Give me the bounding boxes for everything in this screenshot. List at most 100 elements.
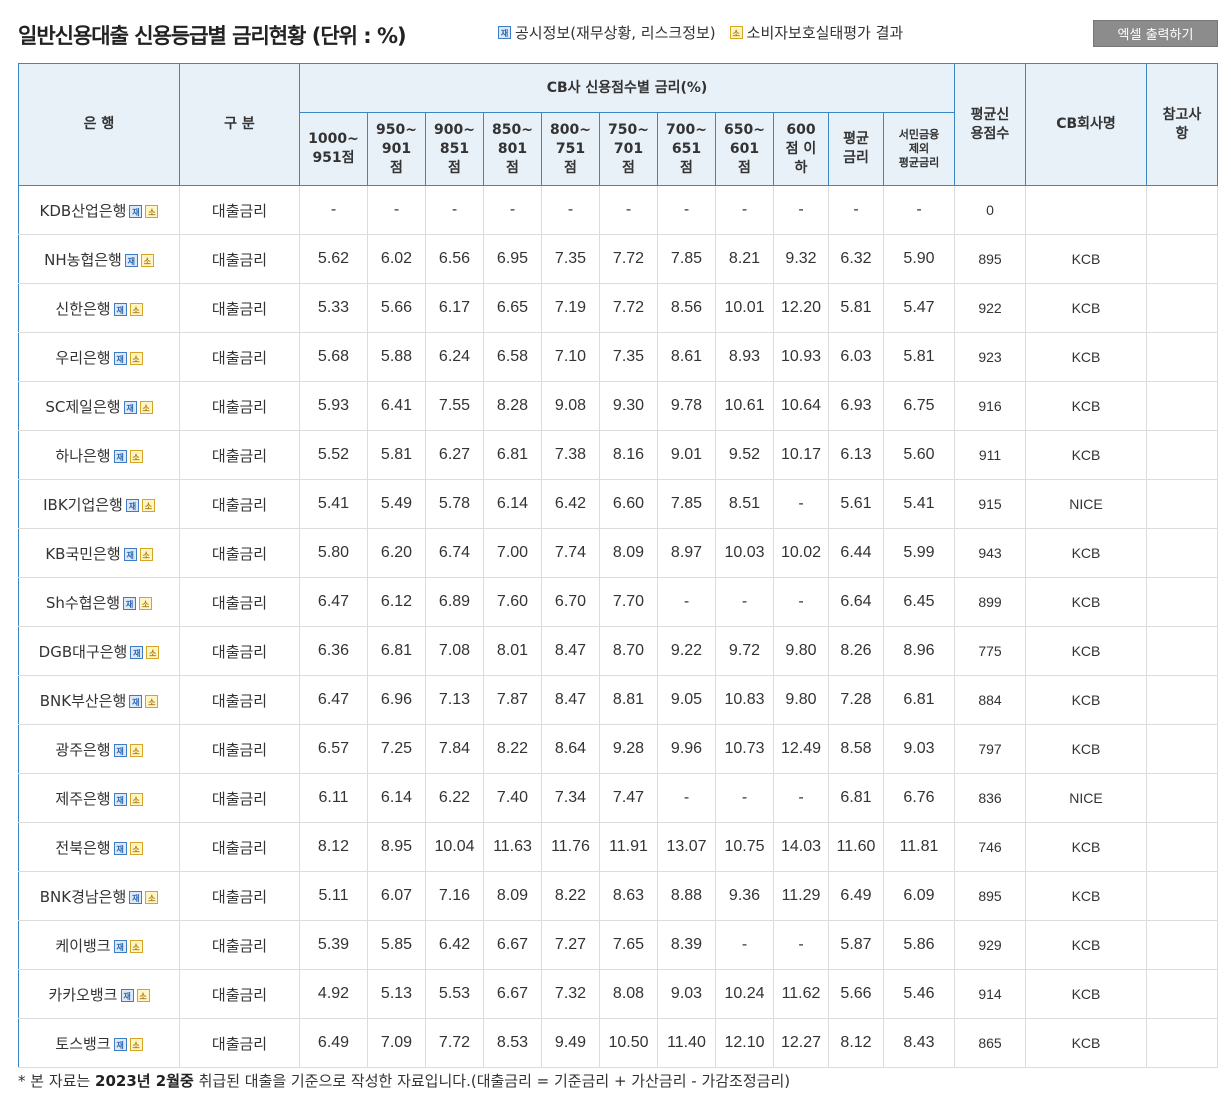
rate-cell: 5.85 bbox=[367, 920, 426, 970]
category-cell: 대출금리 bbox=[179, 430, 300, 480]
rate-cell: 5.80 bbox=[299, 528, 368, 578]
disclosure-icon[interactable]: 재 bbox=[123, 547, 137, 561]
bank-name-cell[interactable]: 하나은행 재 소 bbox=[18, 430, 180, 480]
cb-name-cell: KCB bbox=[1025, 332, 1147, 382]
rate-cell: 5.13 bbox=[367, 969, 426, 1019]
disclosure-icon[interactable]: 재 bbox=[113, 302, 127, 316]
bank-name-cell[interactable]: IBK기업은행 재 소 bbox=[18, 479, 180, 529]
excel-export-button[interactable]: 엑셀 출력하기 bbox=[1093, 20, 1218, 47]
bank-name-cell[interactable]: DGB대구은행 재 소 bbox=[18, 626, 180, 676]
rate-cell: 5.88 bbox=[367, 332, 426, 382]
consumer-protection-icon[interactable]: 소 bbox=[129, 302, 143, 316]
disclosure-icon[interactable]: 재 bbox=[113, 1037, 127, 1051]
bank-name[interactable]: BNK경남은행 bbox=[40, 888, 127, 906]
rate-cell: 6.74 bbox=[425, 528, 484, 578]
consumer-protection-icon[interactable]: 소 bbox=[136, 988, 150, 1002]
bank-name-cell[interactable]: 제주은행 재 소 bbox=[18, 773, 180, 823]
rate-cell: 8.47 bbox=[541, 675, 600, 725]
bank-name-cell[interactable]: SC제일은행 재 소 bbox=[18, 381, 180, 431]
bank-name-cell[interactable]: 카카오뱅크 재 소 bbox=[18, 969, 180, 1019]
disclosure-icon[interactable]: 재 bbox=[113, 743, 127, 757]
bank-name[interactable]: 전북은행 bbox=[55, 839, 110, 857]
rate-cell: 8.16 bbox=[599, 430, 658, 480]
rate-cell: - bbox=[483, 185, 542, 235]
disclosure-icon[interactable]: 재 bbox=[113, 449, 127, 463]
rate-cell: 7.32 bbox=[541, 969, 600, 1019]
disclosure-icon[interactable]: 재 bbox=[113, 841, 127, 855]
bank-name-cell[interactable]: BNK부산은행 재 소 bbox=[18, 675, 180, 725]
bank-name-cell[interactable]: KDB산업은행 재 소 bbox=[18, 185, 180, 235]
rate-cell: 6.89 bbox=[425, 577, 484, 627]
rate-cell: 7.10 bbox=[541, 332, 600, 382]
rate-cell: 5.93 bbox=[299, 381, 368, 431]
table-row: 우리은행 재 소 대출금리 5.68 5.88 6.24 6.58 7.10 7.35 8.61 8.… bbox=[18, 332, 1218, 382]
consumer-protection-icon[interactable]: 소 bbox=[129, 841, 143, 855]
disclosure-icon[interactable]: 재 bbox=[129, 204, 143, 218]
bank-name[interactable]: 광주은행 bbox=[55, 741, 110, 759]
disclosure-icon[interactable]: 재 bbox=[130, 645, 144, 659]
rate-cell: 6.58 bbox=[483, 332, 542, 382]
bank-name-cell[interactable]: 광주은행 재 소 bbox=[18, 724, 180, 774]
bank-name[interactable]: IBK기업은행 bbox=[43, 496, 123, 514]
bank-name[interactable]: 하나은행 bbox=[55, 447, 110, 465]
bank-name[interactable]: 카카오뱅크 bbox=[48, 986, 117, 1004]
consumer-protection-icon[interactable]: 소 bbox=[129, 1037, 143, 1051]
consumer-protection-icon[interactable]: 소 bbox=[139, 547, 153, 561]
category-cell: 대출금리 bbox=[179, 234, 300, 284]
bank-name-cell[interactable]: NH농협은행 재 소 bbox=[18, 234, 180, 284]
consumer-protection-icon[interactable]: 소 bbox=[129, 792, 143, 806]
consumer-protection-icon[interactable]: 소 bbox=[129, 449, 143, 463]
bank-name[interactable]: BNK부산은행 bbox=[40, 692, 127, 710]
rate-cell: 7.35 bbox=[599, 332, 658, 382]
header-bank: 은 행 bbox=[18, 63, 180, 186]
bank-name-cell[interactable]: 토스뱅크 재 소 bbox=[18, 1018, 180, 1068]
rate-cell: 11.29 bbox=[773, 871, 829, 921]
disclosure-icon[interactable]: 재 bbox=[125, 498, 139, 512]
rate-cell: 6.02 bbox=[367, 234, 426, 284]
disclosure-icon[interactable]: 재 bbox=[129, 890, 143, 904]
consumer-protection-icon[interactable]: 소 bbox=[129, 939, 143, 953]
bank-name[interactable]: 신한은행 bbox=[55, 300, 110, 318]
rate-cell: 9.30 bbox=[599, 381, 658, 431]
disclosure-icon[interactable]: 재 bbox=[120, 988, 134, 1002]
disclosure-icon[interactable]: 재 bbox=[123, 596, 137, 610]
disclosure-icon[interactable]: 재 bbox=[113, 939, 127, 953]
bank-name-cell[interactable]: KB국민은행 재 소 bbox=[18, 528, 180, 578]
bank-name[interactable]: SC제일은행 bbox=[45, 398, 120, 416]
bank-name-cell[interactable]: 전북은행 재 소 bbox=[18, 822, 180, 872]
consumer-protection-icon[interactable]: 소 bbox=[145, 204, 159, 218]
bank-name[interactable]: Sh수협은행 bbox=[46, 594, 120, 612]
bank-name[interactable]: 제주은행 bbox=[55, 790, 110, 808]
consumer-protection-icon[interactable]: 소 bbox=[129, 351, 143, 365]
disclosure-icon[interactable]: 재 bbox=[113, 351, 127, 365]
consumer-protection-icon[interactable]: 소 bbox=[146, 645, 160, 659]
consumer-protection-icon[interactable]: 소 bbox=[145, 694, 159, 708]
rate-cell: 5.78 bbox=[425, 479, 484, 529]
bank-name-cell[interactable]: 우리은행 재 소 bbox=[18, 332, 180, 382]
bank-name-cell[interactable]: 케이뱅크 재 소 bbox=[18, 920, 180, 970]
consumer-protection-icon[interactable]: 소 bbox=[145, 890, 159, 904]
bank-name[interactable]: KB국민은행 bbox=[45, 545, 120, 563]
bank-name[interactable]: KDB산업은행 bbox=[40, 202, 127, 220]
consumer-protection-icon[interactable]: 소 bbox=[139, 596, 153, 610]
bank-name-cell[interactable]: Sh수협은행 재 소 bbox=[18, 577, 180, 627]
consumer-protection-icon[interactable]: 소 bbox=[140, 253, 154, 267]
bank-name[interactable]: DGB대구은행 bbox=[39, 643, 128, 661]
bank-name-cell[interactable]: 신한은행 재 소 bbox=[18, 283, 180, 333]
disclosure-icon[interactable]: 재 bbox=[113, 792, 127, 806]
disclosure-icon[interactable]: 재 bbox=[129, 694, 143, 708]
consumer-protection-icon[interactable]: 소 bbox=[129, 743, 143, 757]
bank-name[interactable]: NH농협은행 bbox=[44, 251, 122, 269]
bank-name[interactable]: 토스뱅크 bbox=[55, 1035, 110, 1053]
disclosure-icon[interactable]: 재 bbox=[123, 400, 137, 414]
bank-name-cell[interactable]: BNK경남은행 재 소 bbox=[18, 871, 180, 921]
disclosure-icon[interactable]: 재 bbox=[124, 253, 138, 267]
rate-cell: 6.49 bbox=[299, 1018, 368, 1068]
consumer-protection-icon[interactable]: 소 bbox=[139, 400, 153, 414]
bank-name[interactable]: 우리은행 bbox=[55, 349, 110, 367]
rate-cell: 5.86 bbox=[883, 920, 955, 970]
consumer-protection-icon[interactable]: 소 bbox=[141, 498, 155, 512]
bank-name[interactable]: 케이뱅크 bbox=[55, 937, 110, 955]
avg-score-cell: 911 bbox=[954, 430, 1026, 480]
rate-cell: 10.04 bbox=[425, 822, 484, 872]
